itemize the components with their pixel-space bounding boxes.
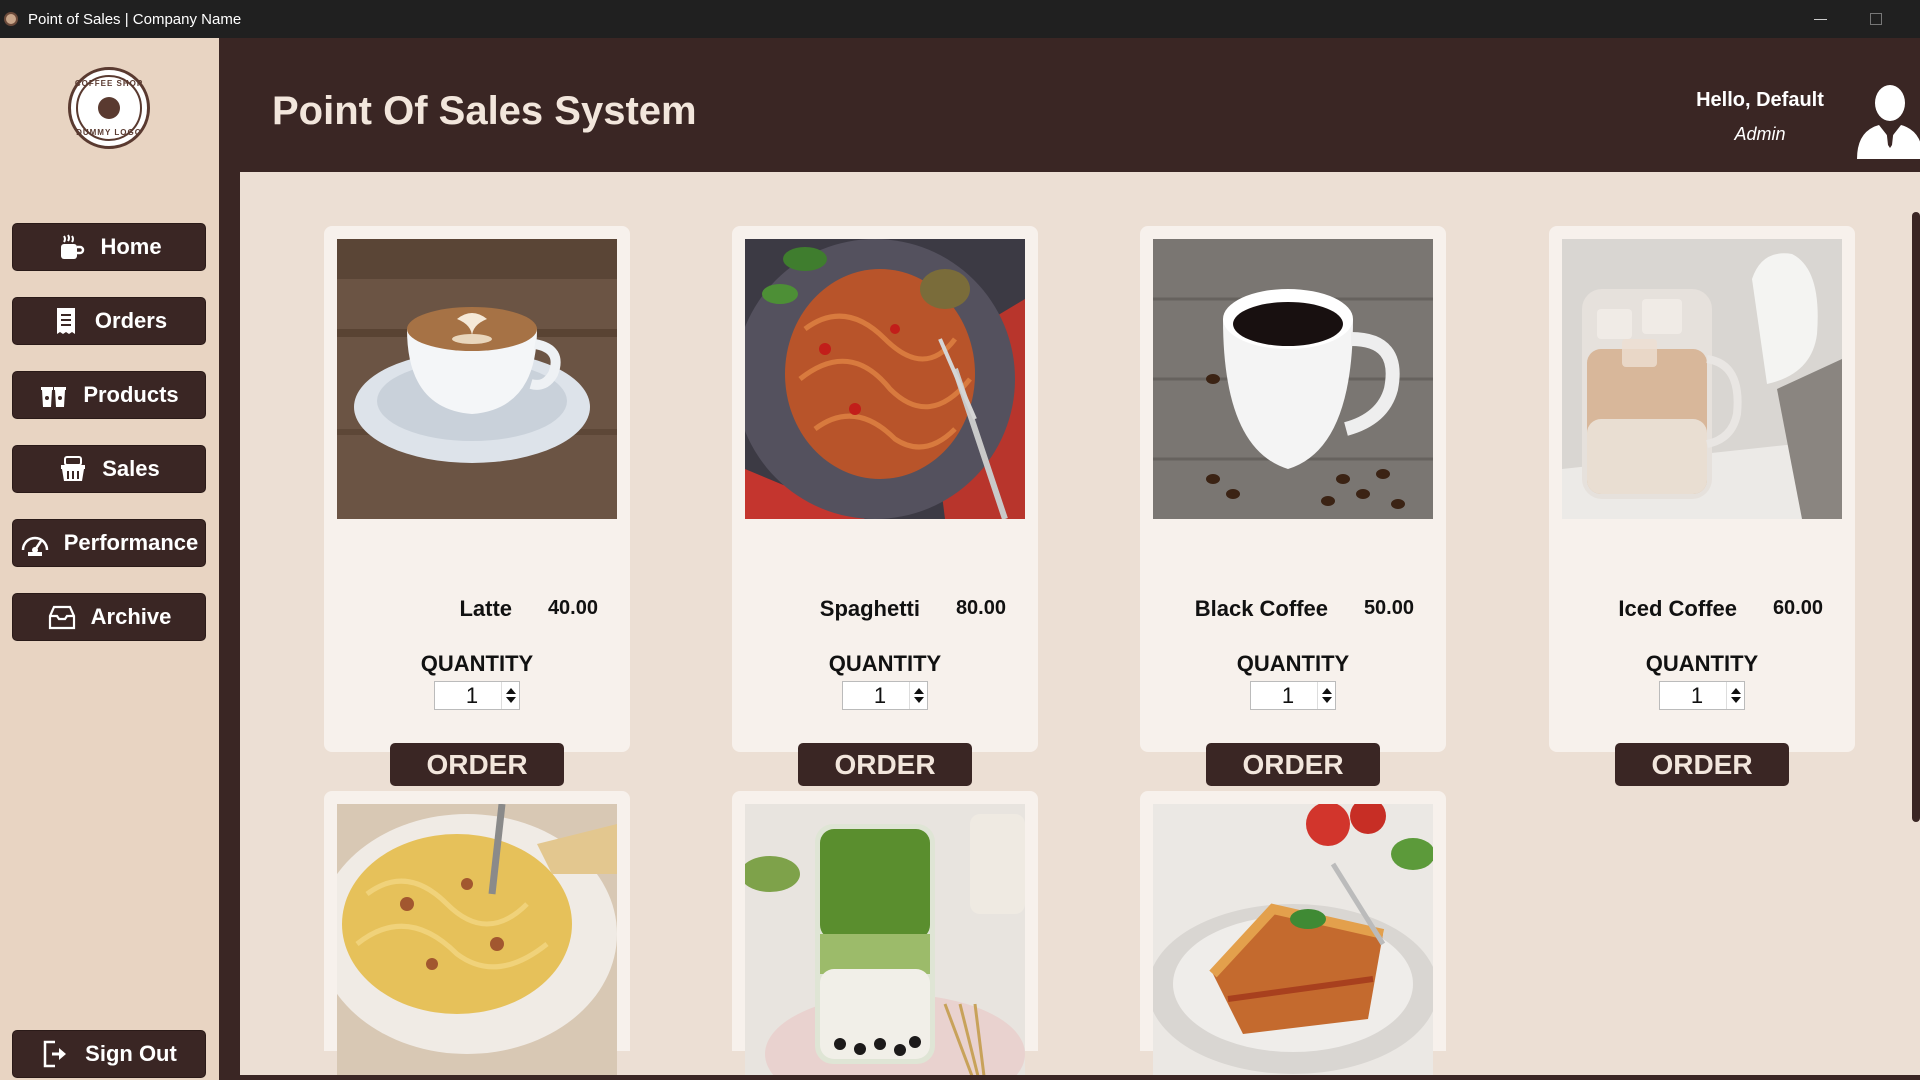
receipt-icon [51, 306, 81, 336]
quantity-value[interactable]: 1 [435, 683, 501, 709]
drinks-icon [39, 380, 69, 410]
order-button[interactable]: ORDER [1206, 743, 1380, 786]
sign-out-icon [41, 1039, 71, 1069]
user-role: Admin [1734, 124, 1786, 144]
window-title: Point of Sales | Company Name [28, 10, 242, 28]
window-titlebar: Point of Sales | Company Name [0, 0, 1920, 38]
app-logo-icon [4, 12, 18, 26]
quantity-stepper[interactable]: 1 [1659, 681, 1745, 710]
order-button[interactable]: ORDER [798, 743, 972, 786]
order-button[interactable]: ORDER [1615, 743, 1789, 786]
quantity-label: QUANTITY [828, 651, 942, 676]
stepper-arrows[interactable] [1317, 682, 1335, 709]
product-card [1140, 791, 1446, 1075]
product-price: 60.00 [1772, 597, 1823, 619]
increment-arrow-icon[interactable] [913, 688, 924, 694]
quantity-label: QUANTITY [1645, 651, 1759, 676]
product-card: Black Coffee 50.00 QUANTITY 1 ORDER [1140, 226, 1446, 786]
black-coffee-image [1153, 239, 1433, 519]
nav-orders-label: Orders [94, 308, 168, 333]
archive-box-icon [47, 602, 77, 632]
increment-arrow-icon[interactable] [1321, 688, 1332, 694]
logo-top-text: COFFEE SHOP [74, 79, 144, 88]
product-card: Latte 40.00 QUANTITY 1 ORDER [324, 226, 630, 786]
product-grid: Latte 40.00 QUANTITY 1 ORDER Spaghetti 8… [240, 172, 1920, 1075]
spaghetti-image [745, 239, 1025, 519]
increment-arrow-icon[interactable] [1730, 688, 1741, 694]
lasagna-image [1153, 804, 1433, 1075]
product-price: 80.00 [955, 597, 1006, 619]
order-button[interactable]: ORDER [390, 743, 564, 786]
decrement-arrow-icon[interactable] [505, 697, 516, 703]
nav-performance-label: Performance [63, 530, 199, 555]
page-title: Point Of Sales System [272, 89, 697, 133]
quantity-value[interactable]: 1 [1251, 683, 1317, 709]
stepper-arrows[interactable] [501, 682, 519, 709]
nav-sales-button[interactable]: Sales [12, 445, 206, 493]
stepper-arrows[interactable] [909, 682, 927, 709]
quantity-value[interactable]: 1 [1660, 683, 1726, 709]
nav-archive-label: Archive [90, 604, 172, 629]
coffee-cup-icon [56, 232, 86, 262]
increment-arrow-icon[interactable] [505, 688, 516, 694]
user-greeting: Hello, Default [1696, 89, 1824, 111]
sign-out-label: Sign Out [85, 1041, 177, 1066]
iced-coffee-image [1562, 239, 1842, 519]
page-header: Point Of Sales System Hello, Default Adm… [240, 61, 1920, 172]
decrement-arrow-icon[interactable] [1321, 697, 1332, 703]
nav-sales-label: Sales [102, 456, 160, 481]
quantity-stepper[interactable]: 1 [434, 681, 520, 710]
quantity-label: QUANTITY [420, 651, 534, 676]
user-avatar-icon[interactable] [1855, 83, 1920, 159]
minimize-button[interactable] [1792, 0, 1848, 38]
matcha-boba-image [745, 804, 1025, 1075]
sidebar: COFFEE SHOP DUMMY LOGO Home Orders Produ… [0, 38, 219, 1080]
sign-out-button[interactable]: Sign Out [12, 1030, 206, 1078]
nav-archive-button[interactable]: Archive [12, 593, 206, 641]
quantity-stepper[interactable]: 1 [1250, 681, 1336, 710]
stepper-arrows[interactable] [1726, 682, 1744, 709]
product-card: Spaghetti 80.00 QUANTITY 1 ORDER [732, 226, 1038, 786]
product-card [732, 791, 1038, 1075]
product-card [324, 791, 630, 1075]
nav-orders-button[interactable]: Orders [12, 297, 206, 345]
minimize-icon [1813, 18, 1827, 20]
logo-cup-icon [98, 97, 120, 119]
gauge-icon [20, 528, 50, 558]
carbonara-pasta-image [337, 804, 617, 1075]
nav-home-label: Home [100, 234, 162, 259]
nav-performance-button[interactable]: Performance [12, 519, 206, 567]
product-price: 50.00 [1363, 597, 1414, 619]
nav-home-button[interactable]: Home [12, 223, 206, 271]
maximize-icon [1870, 13, 1882, 25]
nav-products-button[interactable]: Products [12, 371, 206, 419]
maximize-button[interactable] [1848, 0, 1904, 38]
nav-products-label: Products [83, 382, 179, 407]
vertical-scrollbar[interactable] [1912, 212, 1920, 822]
product-price: 40.00 [547, 597, 598, 619]
quantity-label: QUANTITY [1236, 651, 1350, 676]
coffee-shop-logo: COFFEE SHOP DUMMY LOGO [68, 67, 150, 149]
decrement-arrow-icon[interactable] [913, 697, 924, 703]
quantity-stepper[interactable]: 1 [842, 681, 928, 710]
latte-image [337, 239, 617, 519]
basket-icon [58, 454, 88, 484]
decrement-arrow-icon[interactable] [1730, 697, 1741, 703]
quantity-value[interactable]: 1 [843, 683, 909, 709]
product-card: Iced Coffee 60.00 QUANTITY 1 ORDER [1549, 226, 1855, 786]
logo-bottom-text: DUMMY LOGO [76, 128, 142, 137]
